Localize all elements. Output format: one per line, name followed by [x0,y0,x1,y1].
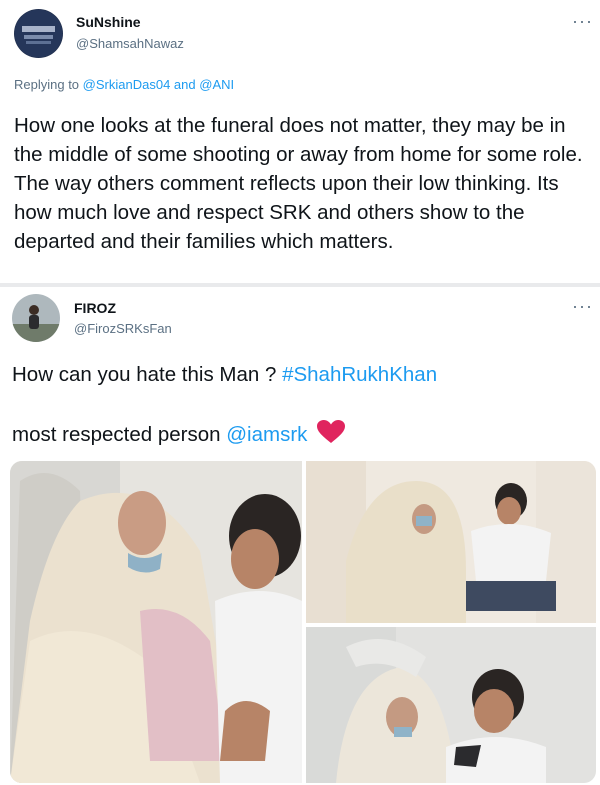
photo-2[interactable] [306,461,596,623]
tweet-sunshine[interactable]: SuNshine @ShamsahNawaz ··· Replying to @… [0,0,600,283]
replying-label: Replying to [14,77,80,92]
mention-link[interactable]: @ANI [199,77,234,92]
tweet-body: How one looks at the funeral does not ma… [14,114,583,253]
photo-1[interactable] [10,461,302,783]
body-text: How can you hate this Man ? [12,363,283,386]
replying-to: Replying to @SrkianDas04 and @ANI [14,77,234,92]
hashtag-link[interactable]: #ShahRukhKhan [282,363,437,386]
user-handle[interactable]: @FirozSRKsFan [74,321,172,336]
avatar-sunshine[interactable] [14,9,63,58]
tweet-firoz[interactable]: FIROZ @FirozSRKsFan ··· How can you hate… [0,287,600,785]
photo-grid[interactable] [10,461,596,783]
avatar-firoz[interactable] [12,294,60,342]
tweet-body-line2: most respected person @iamsrk [12,420,346,450]
display-name[interactable]: SuNshine [76,14,141,30]
mention-link[interactable]: @SrkianDas04 [83,77,171,92]
more-icon[interactable]: ··· [572,297,593,315]
heart-emoji-icon [317,420,346,450]
more-icon[interactable]: ··· [572,12,593,30]
body-text: most respected person [12,423,227,446]
and-connector: and [173,77,196,92]
tweet-body-line1: How can you hate this Man ? #ShahRukhKha… [12,363,437,387]
display-name[interactable]: FIROZ [74,300,116,316]
mention-link[interactable]: @iamsrk [226,423,307,446]
photo-3[interactable] [306,627,596,783]
user-handle[interactable]: @ShamsahNawaz [76,36,184,51]
